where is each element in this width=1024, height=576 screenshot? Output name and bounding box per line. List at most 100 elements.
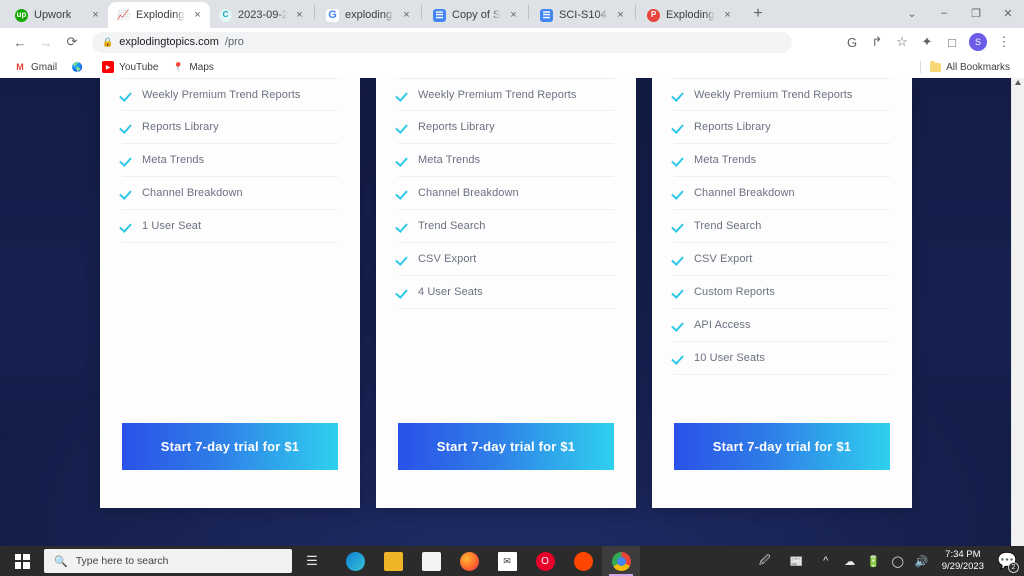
tab-separator xyxy=(421,5,422,19)
enterprise-plan-card: Weekly Premium Trend Reports Reports Lib… xyxy=(652,78,912,508)
feature-label: Meta Trends xyxy=(142,154,205,166)
side-panel-icon[interactable]: □ xyxy=(940,30,964,54)
forward-icon[interactable]: → xyxy=(34,30,58,54)
taskbar-app-microsoft-store[interactable] xyxy=(412,546,450,576)
feature-row: Channel Breakdown xyxy=(398,177,614,210)
taskbar-app-mail[interactable]: ✉ xyxy=(488,546,526,576)
share-icon[interactable]: ↱ xyxy=(865,30,889,54)
window-controls: ⌄ – ❐ ✕ xyxy=(896,0,1024,26)
tab-title: Exploding Topic xyxy=(666,9,715,21)
tab-search-icon[interactable]: ⌄ xyxy=(896,0,928,26)
taskbar-app-firefox[interactable] xyxy=(450,546,488,576)
news-and-interests-icon[interactable]: 📰 xyxy=(780,546,814,576)
close-icon[interactable]: × xyxy=(721,9,734,22)
check-icon xyxy=(674,188,684,198)
feature-row: Reports Library xyxy=(398,111,614,144)
check-icon xyxy=(674,320,684,330)
reload-icon[interactable]: ⟳ xyxy=(60,30,84,54)
start-button[interactable] xyxy=(0,546,44,576)
back-icon[interactable]: ← xyxy=(8,30,32,54)
check-icon xyxy=(122,90,132,100)
exploding-topics-icon: 📈 xyxy=(117,8,130,22)
globe-icon: 🌎 xyxy=(71,61,83,72)
show-hidden-icons-icon[interactable]: ^ xyxy=(814,546,838,576)
extensions-icon[interactable]: ✦ xyxy=(915,30,939,54)
close-icon[interactable]: × xyxy=(89,9,102,22)
feature-row: Custom Reports xyxy=(674,276,890,309)
avatar[interactable]: S xyxy=(969,33,987,51)
minimize-button[interactable]: – xyxy=(928,0,960,26)
close-icon[interactable]: × xyxy=(191,9,204,22)
tab-title: Exploding Topics xyxy=(136,9,185,21)
scroll-up-icon[interactable] xyxy=(1015,80,1021,85)
bookmark-youtube[interactable]: ▶ YouTube xyxy=(96,59,164,75)
all-bookmarks-button[interactable]: All Bookmarks xyxy=(914,59,1016,75)
taskbar-app-google-chrome[interactable] xyxy=(602,546,640,576)
tab-title: Upwork xyxy=(34,9,72,21)
feature-row: API Access xyxy=(674,309,890,342)
lock-icon: 🔒 xyxy=(102,36,114,47)
feature-label: Channel Breakdown xyxy=(694,187,795,199)
taskbar-app-file-explorer[interactable] xyxy=(374,546,412,576)
bookmark-globe[interactable]: 🌎 xyxy=(65,59,94,75)
upwork-icon: up xyxy=(15,8,28,22)
browser-tab-upwork[interactable]: up Upwork × xyxy=(6,2,108,28)
cta-container: Start 7-day trial for $1 xyxy=(376,423,636,508)
address-bar-path: /pro xyxy=(224,36,244,48)
search-input[interactable]: 🔍 Type here to search xyxy=(44,549,292,573)
search-icon: 🔍 xyxy=(54,555,68,568)
taskbar-apps: ✉ O xyxy=(336,546,640,576)
feature-row: 1 User Seat xyxy=(122,210,338,243)
start-trial-button[interactable]: Start 7-day trial for $1 xyxy=(674,423,890,470)
all-bookmarks-label: All Bookmarks xyxy=(946,61,1010,73)
check-icon xyxy=(122,188,132,198)
check-icon xyxy=(398,122,408,132)
browser-tab-exploding-topics[interactable]: 📈 Exploding Topics × xyxy=(108,2,210,28)
youtube-icon: ▶ xyxy=(102,61,115,73)
check-icon xyxy=(398,254,408,264)
wifi-icon[interactable]: ◯ xyxy=(886,546,910,576)
clock[interactable]: 7:34 PM 9/29/2023 xyxy=(934,546,992,576)
bookmark-gmail[interactable]: M Gmail xyxy=(8,59,63,75)
google-lens-icon[interactable]: G xyxy=(840,30,864,54)
microsoft-edge-icon xyxy=(345,551,365,571)
feature-label: Weekly Premium Trend Reports xyxy=(142,88,301,101)
pen-menu-icon[interactable]: 🖉 xyxy=(750,546,780,576)
notification-center-button[interactable]: 💬 2 xyxy=(992,546,1022,576)
battery-icon[interactable]: 🔋 xyxy=(862,546,886,576)
volume-icon[interactable]: 🔊 xyxy=(910,546,934,576)
taskbar-app-microsoft-edge[interactable] xyxy=(336,546,374,576)
maximize-button[interactable]: ❐ xyxy=(960,0,992,26)
taskbar-app-opera[interactable]: O xyxy=(526,546,564,576)
close-icon[interactable]: × xyxy=(293,9,306,22)
start-trial-button[interactable]: Start 7-day trial for $1 xyxy=(398,423,614,470)
start-trial-button[interactable]: Start 7-day trial for $1 xyxy=(122,423,338,470)
address-bar[interactable]: 🔒 explodingtopics.com/pro xyxy=(92,31,792,53)
close-icon[interactable]: × xyxy=(507,9,520,22)
close-icon[interactable]: × xyxy=(614,9,627,22)
new-tab-button[interactable]: + xyxy=(746,2,770,26)
browser-tab-exploding-topics-ppt[interactable]: P Exploding Topic × xyxy=(638,2,740,28)
task-view-icon[interactable]: ☰ xyxy=(292,546,332,576)
chrome-menu-icon[interactable]: ⋮ xyxy=(992,30,1016,54)
bookmark-star-icon[interactable]: ☆ xyxy=(890,30,914,54)
feature-label: CSV Export xyxy=(418,253,477,265)
feature-label: Channel Breakdown xyxy=(418,187,519,199)
search-placeholder: Type here to search xyxy=(75,555,169,567)
screen: up Upwork × 📈 Exploding Topics × C 2023-… xyxy=(0,0,1024,576)
onedrive-icon[interactable]: ☁ xyxy=(838,546,862,576)
feature-row: Meta Trends xyxy=(674,144,890,177)
browser-tab-copy-sci[interactable]: ☰ Copy of SCI-S10 × xyxy=(424,2,526,28)
bookmark-maps[interactable]: 📍 Maps xyxy=(166,59,219,75)
browser-tab-sci-s104[interactable]: ☰ SCI-S104 Explod × xyxy=(531,2,633,28)
browser-tab-google-search[interactable]: G exploding topic × xyxy=(317,2,419,28)
taskbar-app-reddit[interactable] xyxy=(564,546,602,576)
close-icon[interactable]: × xyxy=(400,9,413,22)
check-icon xyxy=(122,155,132,165)
page-scrollbar[interactable] xyxy=(1011,78,1024,546)
bookmark-label: Maps xyxy=(189,61,214,73)
clock-date: 9/29/2023 xyxy=(941,561,984,572)
feature-label: Meta Trends xyxy=(694,154,757,166)
browser-tab-calendar-note[interactable]: C 2023-09-22 Unt × xyxy=(210,2,312,28)
close-window-button[interactable]: ✕ xyxy=(992,0,1024,26)
